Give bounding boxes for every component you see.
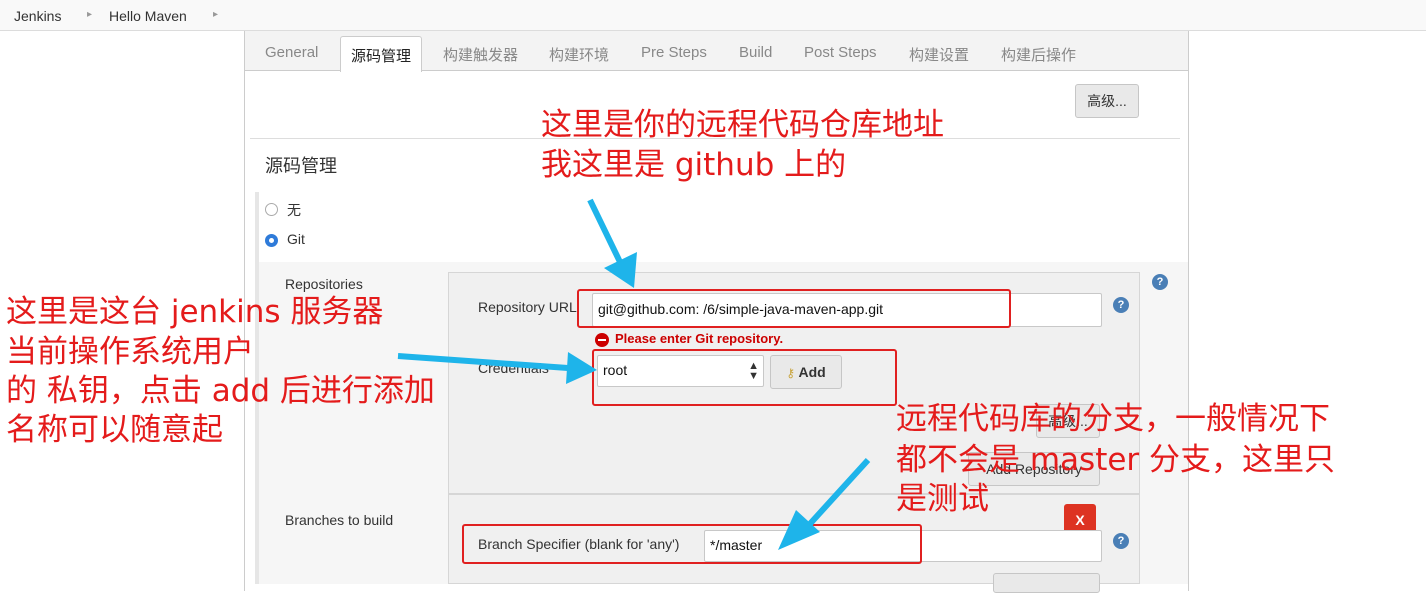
annotation-branch-line-2: 都不会是 master 分支，这里只 (896, 442, 1336, 478)
arrow-repo-icon (587, 198, 637, 288)
annotation-repo-line-2: 我这里是 github 上的 (541, 147, 847, 183)
annotation-arrows (397, 198, 871, 550)
annotation-cred-line-3: 的 私钥，点击 add 后进行添加 (6, 373, 435, 409)
annotation-cred-line-1: 这里是这台 jenkins 服务器 (6, 294, 384, 330)
annotation-cred-line-4: 名称可以随意起 (6, 412, 223, 448)
arrow-branch-icon (778, 457, 871, 550)
annotation-branch-line-3: 是测试 (896, 481, 989, 517)
annotation-repo-line-1: 这里是你的远程代码仓库地址 (541, 107, 944, 143)
annotation-branch-line-1: 远程代码库的分支，一般情况下 (896, 401, 1330, 437)
annotation-cred-line-2: 当前操作系统用户 (6, 334, 254, 370)
